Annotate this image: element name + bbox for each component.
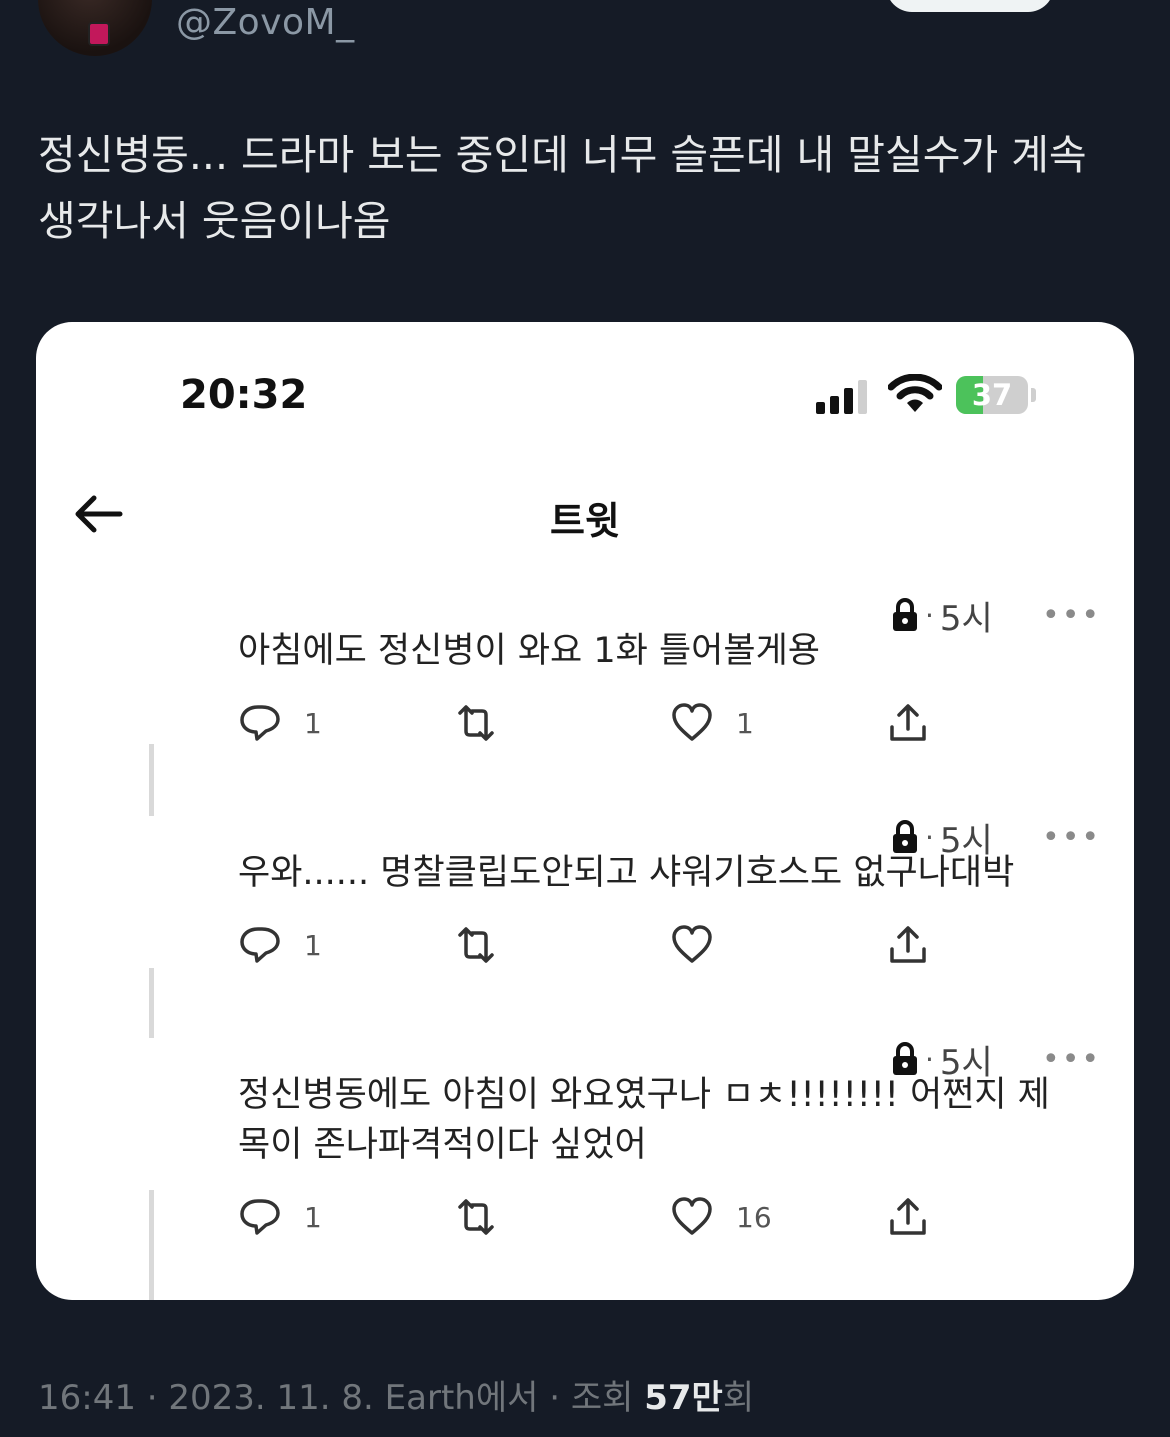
page-title: 트윗 [550,499,620,543]
user-handle[interactable]: @ZovoM_ [176,2,355,43]
more-options-icon[interactable]: ••• [1042,823,1101,853]
reply-icon [240,927,280,963]
post-text: 정신병동에도 아침이 와요였구나 ㅁㅊ!!!!!!!! 어쩐지 제목이 존나파격… [238,1070,1078,1170]
tweet-timestamp: 16:41 · 2023. 11. 8. Earth에서 · 조회 [38,1378,645,1418]
reply-icon [240,705,280,741]
thread-line [149,1190,154,1300]
reply-button[interactable]: 1 [238,698,322,748]
post-text-line: 아침에도 정신병이 와요 1화 틀어볼게용 [238,631,820,671]
reply-count: 1 [304,1200,322,1234]
share-icon [890,926,926,963]
status-bar-time: 20:32 [180,372,308,418]
view-suffix: 회 [722,1378,755,1418]
follow-button[interactable] [886,0,1054,12]
thread-line [149,744,154,816]
like-count: 16 [736,1200,772,1234]
reply-count: 1 [304,706,322,740]
reply-count: 1 [304,928,322,962]
cellular-signal-icon [816,380,874,414]
post-text: 우와...... 명찰클립도안되고 샤워기호스도 없구나대박 [238,848,1078,898]
heart-icon [672,703,712,741]
thread-line [149,968,154,1038]
reply-button[interactable]: 1 [238,1192,322,1242]
post-text: 아침에도 정신병이 와요 1화 틀어볼게용 [238,626,1078,676]
retweet-button[interactable] [454,698,498,748]
post-actions: 1 16 [238,1192,958,1242]
heart-icon [672,1197,712,1235]
post-text-line: 목이 존나파격적이다 싶었어 [238,1125,647,1165]
post-text-line: 정신병동에도 아침이 와요였구나 ㅁㅊ!!!!!!!! 어쩐지 제 [238,1075,1050,1115]
tweet-text-line-1: 정신병동... 드라마 보는 중인데 너무 슬픈데 내 말실수가 계속 [38,131,1087,179]
more-options-icon[interactable]: ••• [1042,1045,1101,1075]
post-text-line: 우와...... 명찰클립도안되고 샤워기호스도 없구나대박 [238,853,1015,893]
retweet-icon [458,1199,494,1235]
attached-image[interactable]: 20:32 37 트윗 · 5시 ••• 아침에도 정신병이 와요 1화 틀어볼… [36,322,1134,1300]
post-actions: 1 [238,920,958,970]
like-button[interactable]: 1 [670,698,754,748]
like-button[interactable]: 16 [670,1192,772,1242]
like-button[interactable] [670,920,736,970]
battery-icon: 37 [956,376,1028,414]
share-button[interactable] [886,1192,930,1242]
tweet-text: 정신병동... 드라마 보는 중인데 너무 슬픈데 내 말실수가 계속 생각나서… [38,122,1128,254]
battery-nub [1031,388,1036,402]
watch-detail [88,22,110,46]
share-icon [890,704,926,741]
reply-button[interactable]: 1 [238,920,322,970]
tweet-text-line-2: 생각나서 웃음이나옴 [38,197,391,245]
share-button[interactable] [886,698,930,748]
heart-icon [672,925,712,963]
like-count: 1 [736,706,754,740]
retweet-button[interactable] [454,1192,498,1242]
tweet-footer: 16:41 · 2023. 11. 8. Earth에서 · 조회 57만회 [38,1370,754,1419]
retweet-icon [458,705,494,741]
reply-icon [240,1199,280,1235]
share-button[interactable] [886,920,930,970]
more-options-icon[interactable]: ••• [1042,601,1101,631]
post-actions: 1 1 [238,698,958,748]
wifi-icon [888,374,942,412]
share-icon [890,1198,926,1235]
retweet-button[interactable] [454,920,498,970]
battery-percent: 37 [971,378,1013,412]
retweet-icon [458,927,494,963]
view-count[interactable]: 57만 [644,1378,723,1418]
avatar[interactable] [38,0,152,56]
